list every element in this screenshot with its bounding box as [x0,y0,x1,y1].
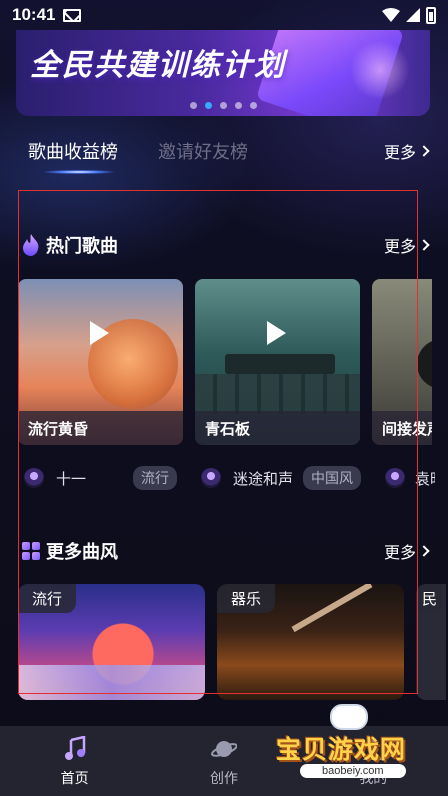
status-icons [382,6,436,24]
song-card[interactable]: 间接发声 [372,279,432,445]
play-icon[interactable] [267,321,286,345]
more-label: 更多 [383,145,416,162]
watermark: 宝贝游戏网 baobeiy.com [276,704,446,788]
chevron-right-icon [418,239,430,251]
banner-dot-active[interactable] [205,102,212,109]
rank-more-link[interactable]: 更多 [383,139,430,163]
style-card[interactable]: 流行 [18,584,205,700]
wifi-icon [382,8,400,22]
gamepad-icon [330,704,368,730]
more-label: 更多 [383,545,416,562]
planet-icon [211,741,237,757]
style-card[interactable]: 民 [416,584,446,700]
more-styles-header: 更多曲风 更多 [22,538,430,564]
style-label: 器乐 [217,584,276,613]
chevron-right-icon [418,145,430,157]
music-note-icon [64,736,85,760]
artist-name: 迷途和声 [233,470,294,488]
song-meta[interactable]: 迷途和声 中国风 [201,466,385,490]
hot-songs-header: 热门歌曲 更多 [22,232,430,258]
status-bar: 10:41 [0,0,448,30]
more-styles-title: 更多曲风 [46,542,118,562]
hot-songs-carousel[interactable]: 流行黄昏 青石板 间接发声 [18,279,432,445]
genre-tag: 流行 [133,466,177,490]
song-card[interactable]: 青石板 [195,279,360,445]
watermark-text: 宝贝游戏网 [276,736,407,764]
chevron-right-icon [418,545,430,557]
status-time: 10:41 [12,5,56,24]
song-card[interactable]: 流行黄昏 [18,279,183,445]
music-styles-carousel[interactable]: 流行 器乐 民 [18,584,446,700]
watermark-url: baobeiy.com [300,764,406,778]
tab-invite-friends-rank[interactable]: 邀请好友榜 [158,138,248,164]
grid-icon [22,542,40,560]
song-meta[interactable]: 十一 流行 [24,466,201,490]
nav-label: 创作 [209,770,238,786]
banner-dot[interactable] [190,102,197,109]
promo-banner[interactable]: 全民共建训练计划 [16,30,430,116]
genre-tag: 中国风 [303,466,362,490]
banner-dot[interactable] [235,102,242,109]
artist-name: 十一 [56,470,87,488]
active-tab-indicator [44,170,114,174]
hot-songs-more-link[interactable]: 更多 [383,233,430,257]
song-title: 青石板 [195,411,360,445]
more-styles-more-link[interactable]: 更多 [383,539,430,563]
banner-dot[interactable] [220,102,227,109]
artist-avatar [201,468,221,488]
rank-tabs: 歌曲收益榜 邀请好友榜 更多 [28,138,430,164]
style-label: 民 [416,584,444,613]
mail-icon [63,8,82,22]
banner-title: 全民共建训练计划 [30,49,286,82]
song-artists-row: 十一 流行 迷途和声 中国风 袁昭 [24,466,435,490]
artist-avatar [24,468,44,488]
signal-icon [406,8,420,22]
song-meta[interactable]: 袁昭 [385,468,435,489]
tab-song-revenue-rank[interactable]: 歌曲收益榜 [28,138,118,164]
artist-name: 袁昭 [415,470,435,488]
more-label: 更多 [383,239,416,256]
style-label: 流行 [18,584,77,613]
nav-label: 首页 [60,770,89,786]
banner-pagination [190,102,257,109]
song-title: 间接发声 [372,411,432,445]
play-icon[interactable] [90,321,109,345]
song-title: 流行黄昏 [18,411,183,445]
hot-songs-title: 热门歌曲 [46,236,118,256]
fire-icon [23,234,39,256]
banner-dot[interactable] [250,102,257,109]
nav-home[interactable]: 首页 [0,726,149,788]
battery-icon [426,6,436,24]
artist-avatar [385,468,405,488]
style-card[interactable]: 器乐 [217,584,404,700]
